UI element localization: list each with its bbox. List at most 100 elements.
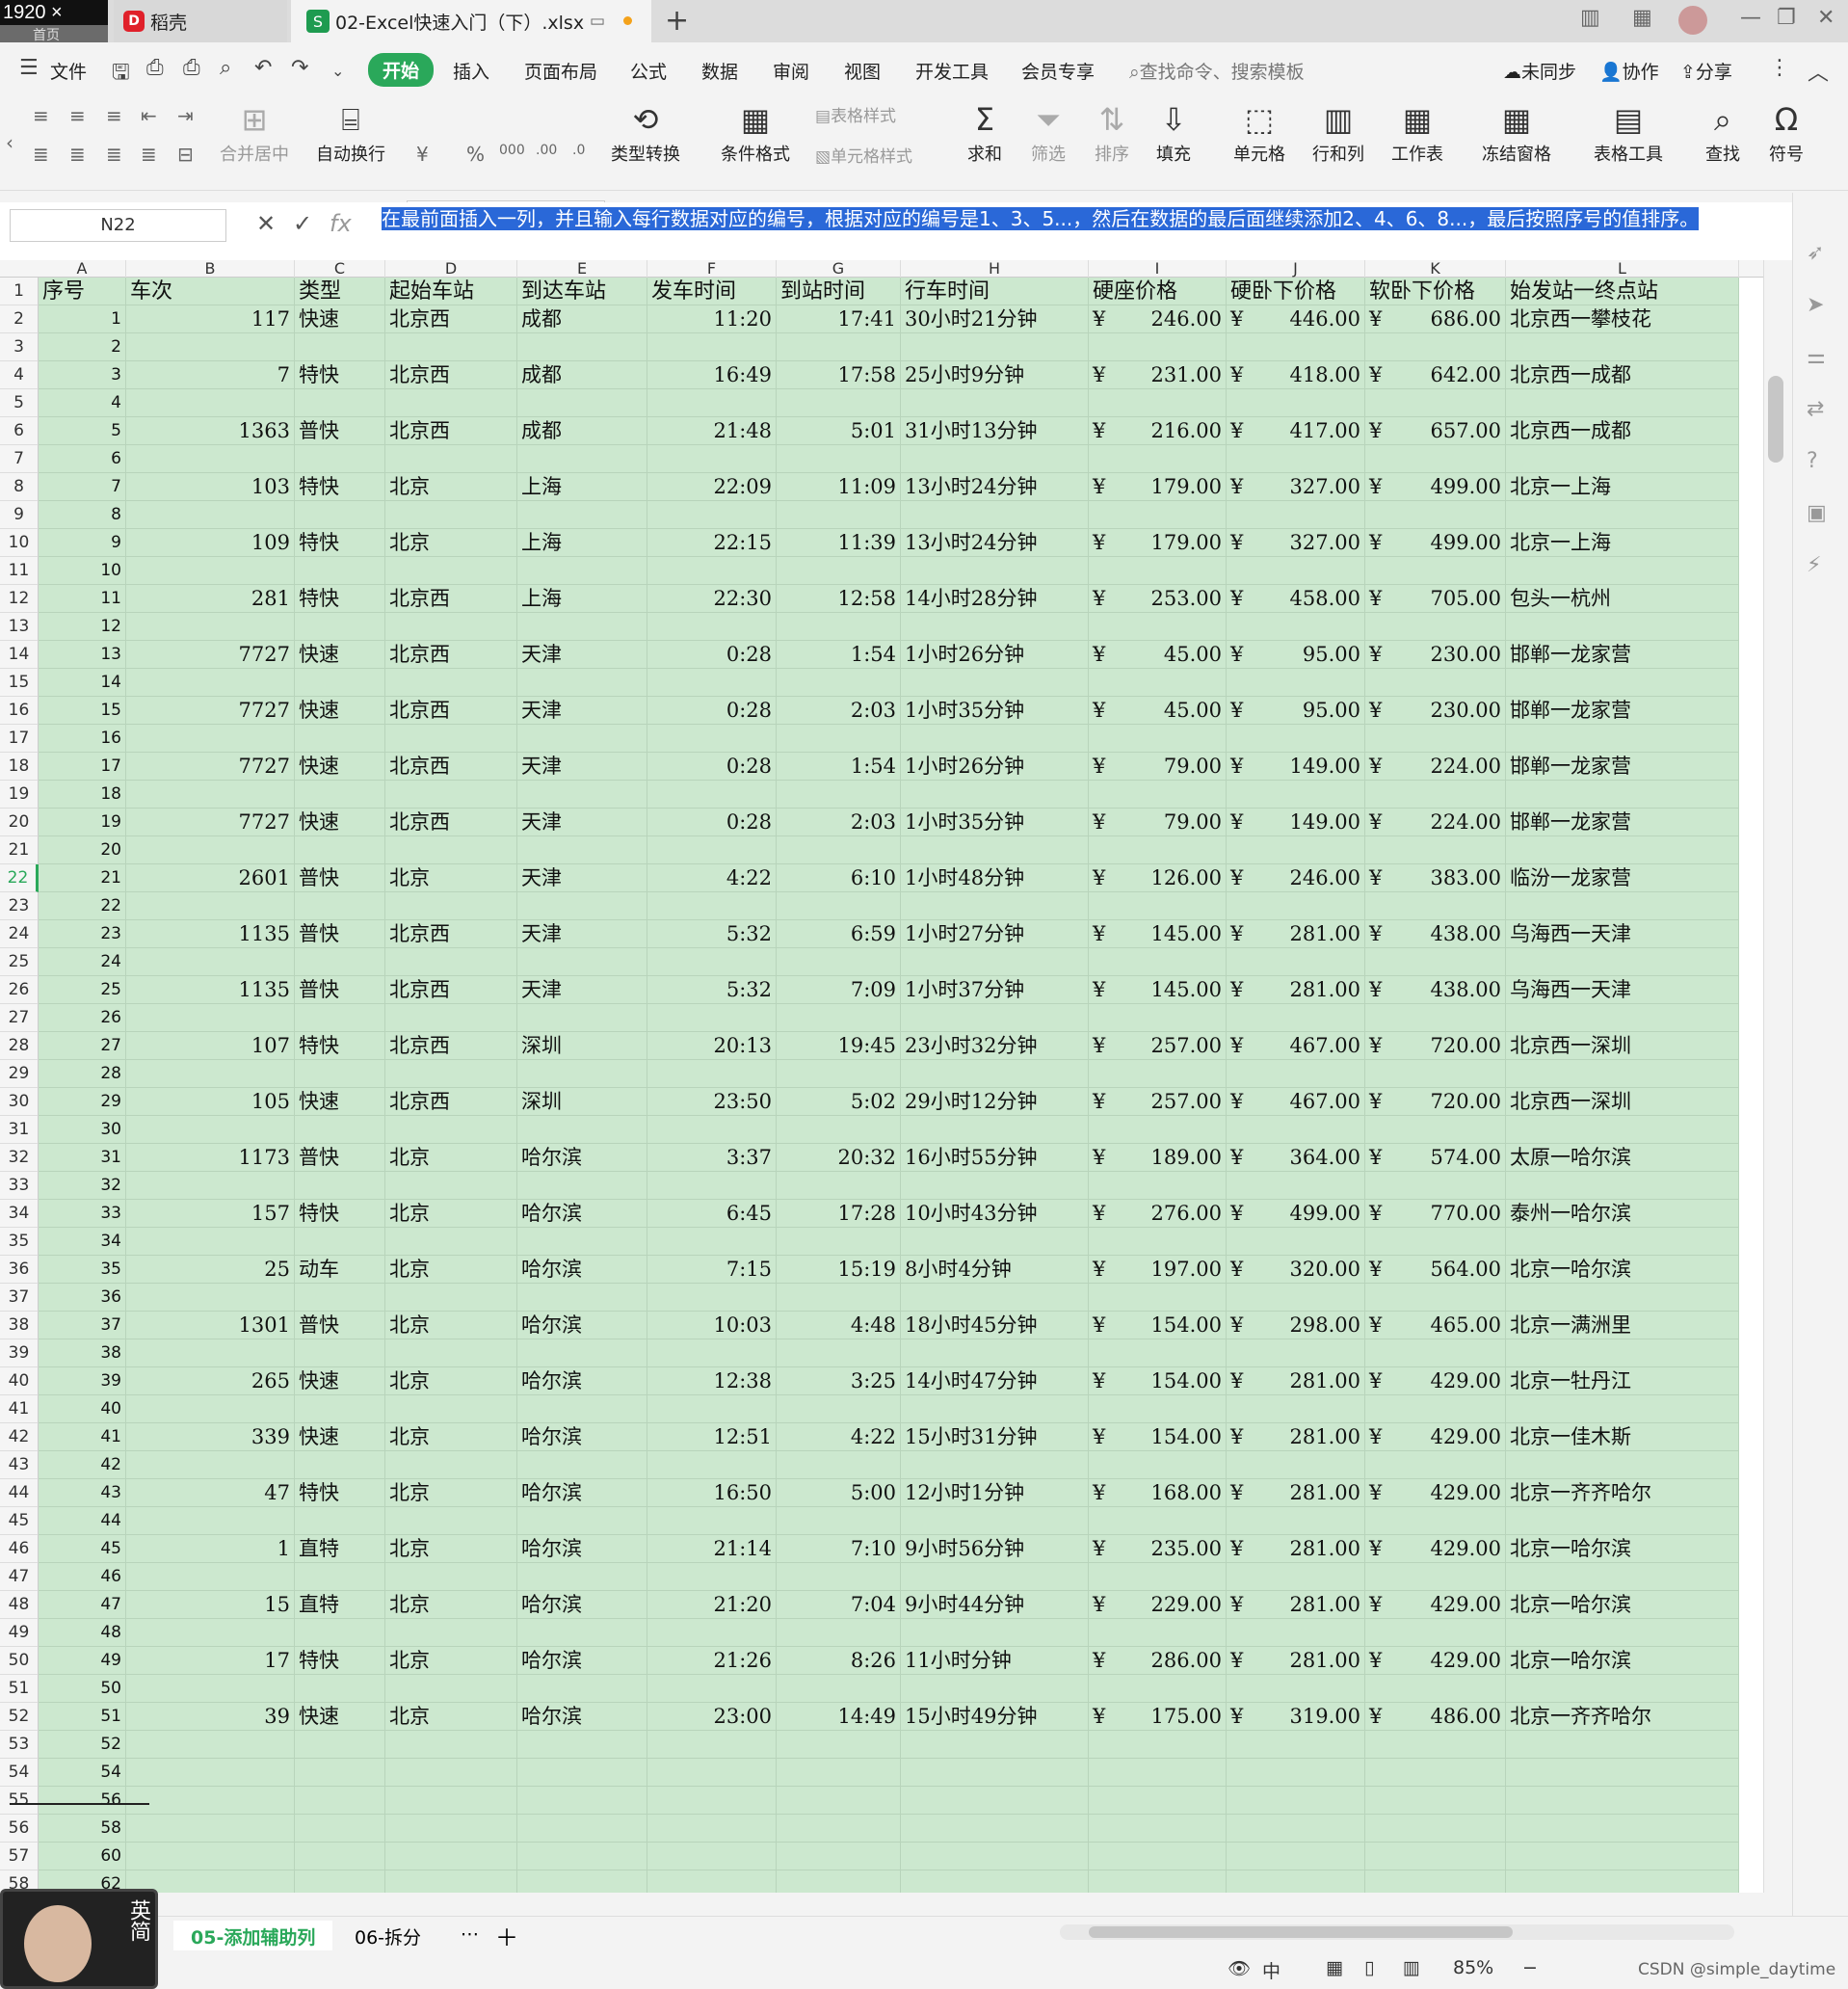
horizontal-scroll-thumb[interactable]: [1089, 1926, 1513, 1938]
image-icon[interactable]: ▣: [1807, 501, 1827, 525]
cell[interactable]: [1089, 892, 1227, 920]
lightning-icon[interactable]: ⚡: [1807, 553, 1821, 577]
cell[interactable]: ¥465.00: [1365, 1312, 1506, 1339]
cell[interactable]: [295, 501, 385, 529]
cell[interactable]: ¥224.00: [1365, 809, 1506, 836]
cell[interactable]: ¥79.00: [1089, 753, 1227, 781]
user-avatar[interactable]: [1678, 6, 1707, 35]
cell[interactable]: 0:28: [647, 641, 777, 669]
cell[interactable]: 30: [39, 1116, 126, 1144]
cell[interactable]: ¥145.00: [1089, 920, 1227, 948]
cell[interactable]: [1506, 1870, 1739, 1893]
cell[interactable]: [1227, 948, 1365, 976]
cell[interactable]: [295, 389, 385, 417]
cell[interactable]: 普快: [295, 864, 385, 892]
cell[interactable]: 快速: [295, 1703, 385, 1731]
cell[interactable]: [385, 557, 517, 585]
cell[interactable]: 北京一上海: [1506, 473, 1739, 501]
cell[interactable]: [295, 948, 385, 976]
cell[interactable]: [901, 1787, 1089, 1815]
cell[interactable]: 乌海西一天津: [1506, 976, 1739, 1004]
cell[interactable]: 普快: [295, 417, 385, 445]
cell[interactable]: 临汾一龙家营: [1506, 864, 1739, 892]
cell[interactable]: 105: [126, 1088, 295, 1116]
cell[interactable]: 北京西: [385, 976, 517, 1004]
cell[interactable]: 29: [39, 1088, 126, 1116]
row-number[interactable]: 9: [0, 501, 39, 529]
cell[interactable]: [517, 1395, 647, 1423]
column-header-A[interactable]: A: [39, 260, 126, 278]
cell[interactable]: 25: [126, 1256, 295, 1284]
cell[interactable]: 北京: [385, 1423, 517, 1451]
cell[interactable]: 特快: [295, 1032, 385, 1060]
cell[interactable]: [1227, 1339, 1365, 1367]
cell[interactable]: [385, 1619, 517, 1647]
cell[interactable]: 天津: [517, 920, 647, 948]
cell[interactable]: [1506, 1759, 1739, 1787]
cell[interactable]: ¥95.00: [1227, 697, 1365, 725]
cell[interactable]: [647, 333, 777, 361]
cell[interactable]: 23:00: [647, 1703, 777, 1731]
cell[interactable]: 34: [39, 1228, 126, 1256]
name-box[interactable]: N22: [10, 209, 226, 242]
cell[interactable]: ¥95.00: [1227, 641, 1365, 669]
row-number[interactable]: 25: [0, 948, 39, 976]
cell[interactable]: [1365, 1339, 1506, 1367]
cell[interactable]: [647, 1675, 777, 1703]
cell[interactable]: [1506, 1731, 1739, 1759]
menu-member[interactable]: 会员专享: [1021, 58, 1095, 84]
cell[interactable]: 41: [39, 1423, 126, 1451]
cell[interactable]: [1089, 501, 1227, 529]
cell[interactable]: 16: [39, 725, 126, 753]
cell[interactable]: [647, 1787, 777, 1815]
cell[interactable]: 7:15: [647, 1256, 777, 1284]
cell[interactable]: ¥438.00: [1365, 920, 1506, 948]
cancel-formula-icon[interactable]: ✕: [256, 210, 276, 237]
cell[interactable]: 17:41: [777, 305, 901, 333]
cell[interactable]: ¥179.00: [1089, 473, 1227, 501]
row-col-button[interactable]: ▥ 行和列: [1312, 98, 1364, 166]
cell[interactable]: 17: [126, 1647, 295, 1675]
cell[interactable]: ¥246.00: [1089, 305, 1227, 333]
cell[interactable]: ¥720.00: [1365, 1088, 1506, 1116]
align-middle-icon[interactable]: ≡: [69, 104, 86, 127]
cell[interactable]: [1365, 725, 1506, 753]
print-icon[interactable]: ⎙: [183, 56, 200, 80]
cell-button[interactable]: ⬚ 单元格: [1233, 98, 1285, 166]
cell[interactable]: [777, 501, 901, 529]
cell[interactable]: [647, 1172, 777, 1200]
cell[interactable]: [295, 333, 385, 361]
cell[interactable]: [1506, 1339, 1739, 1367]
cell[interactable]: 22:09: [647, 473, 777, 501]
cell[interactable]: ¥298.00: [1227, 1312, 1365, 1339]
cell[interactable]: 北京一满洲里: [1506, 1312, 1739, 1339]
cell[interactable]: ¥429.00: [1365, 1367, 1506, 1395]
cell[interactable]: 20: [39, 836, 126, 864]
cell[interactable]: [1506, 613, 1739, 641]
table-style-button[interactable]: ▤表格样式: [815, 102, 896, 126]
cell[interactable]: ¥235.00: [1089, 1535, 1227, 1563]
cell[interactable]: 硬卧下价格: [1227, 278, 1365, 305]
cell[interactable]: [1365, 948, 1506, 976]
indent-decrease-icon[interactable]: ⇤: [141, 104, 157, 127]
cell[interactable]: [1089, 1843, 1227, 1870]
cell[interactable]: [1365, 501, 1506, 529]
find-button[interactable]: ⌕ 查找: [1705, 98, 1740, 166]
cell[interactable]: 北京: [385, 864, 517, 892]
cell[interactable]: [517, 1172, 647, 1200]
home-tab[interactable]: 首页: [0, 25, 108, 43]
cell[interactable]: [385, 836, 517, 864]
cell[interactable]: [385, 1731, 517, 1759]
cell[interactable]: [777, 781, 901, 809]
cell[interactable]: [1089, 1004, 1227, 1032]
cell[interactable]: [1227, 333, 1365, 361]
cell[interactable]: 北京西: [385, 1088, 517, 1116]
cell[interactable]: [1089, 836, 1227, 864]
row-number[interactable]: 18: [0, 753, 39, 781]
cell[interactable]: 天津: [517, 697, 647, 725]
cell[interactable]: 快速: [295, 641, 385, 669]
maximize-icon[interactable]: ❐: [1777, 6, 1796, 30]
cell[interactable]: [1089, 948, 1227, 976]
cell[interactable]: ¥154.00: [1089, 1367, 1227, 1395]
cell[interactable]: 14小时47分钟: [901, 1367, 1089, 1395]
